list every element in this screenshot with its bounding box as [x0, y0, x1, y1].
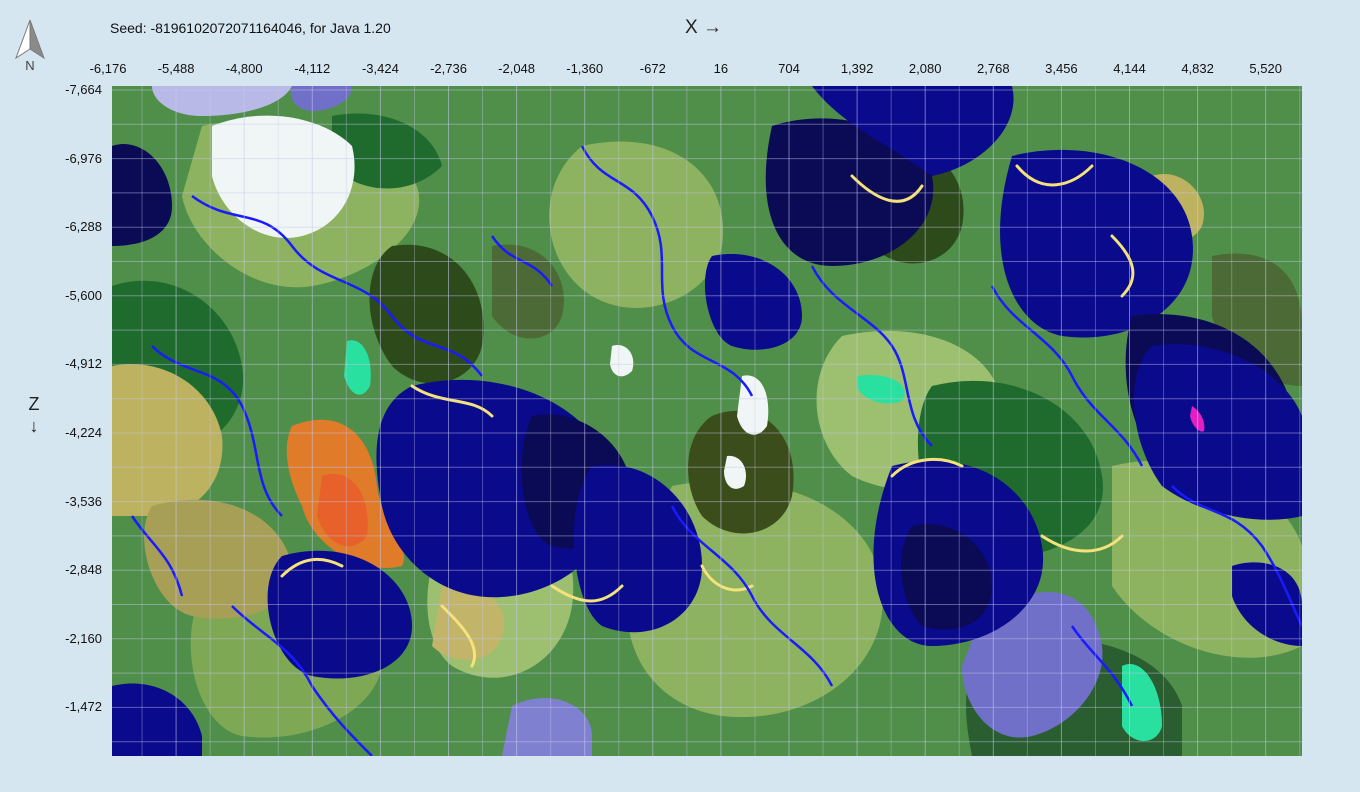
z-tick-label: -2,160 [65, 630, 102, 646]
z-axis-arrow: ↓ [29, 416, 39, 436]
z-tick-label: -6,976 [65, 150, 102, 166]
x-tick-label: -5,488 [157, 61, 195, 76]
x-tick-label: 1,392 [840, 61, 874, 76]
x-tick-label: -3,424 [361, 61, 399, 76]
x-tick-label: 4,144 [1113, 61, 1146, 76]
z-tick-label: -5,600 [65, 287, 102, 303]
x-tick-label: 4,832 [1181, 61, 1214, 76]
x-tick-label: 3,456 [1045, 61, 1078, 76]
x-tick-label: -672 [639, 61, 666, 76]
z-tick-label: -7,664 [65, 82, 102, 97]
z-axis-letter: Z [28, 394, 40, 414]
x-tick-label: 16 [713, 61, 729, 76]
z-axis-label: Z ↓ [27, 393, 41, 437]
x-tick-label: 2,768 [977, 61, 1010, 76]
biome-map-canvas[interactable] [112, 86, 1302, 756]
x-tick-label: 5,520 [1249, 61, 1282, 76]
z-tick-label: -1,472 [65, 699, 102, 715]
seed-label: Seed: -8196102072071164046, for Java 1.2… [110, 20, 391, 36]
x-tick-label: 704 [778, 61, 800, 76]
biome-map[interactable] [112, 86, 1302, 756]
north-arrow-icon: N [10, 18, 50, 79]
x-tick-label: -1,360 [566, 61, 604, 76]
z-tick-label: -6,288 [65, 219, 102, 235]
z-tick-label: -4,912 [65, 356, 102, 372]
x-tick-label: -4,112 [294, 61, 331, 76]
z-tick-label: -3,536 [65, 493, 102, 509]
x-tick-label: -4,800 [225, 61, 263, 76]
z-tick-label: -2,848 [65, 562, 102, 578]
z-tick-label: -4,224 [65, 425, 102, 440]
x-axis-label: X → [685, 17, 722, 38]
x-tick-label: -6,176 [89, 61, 127, 76]
x-tick-label: -2,048 [498, 61, 536, 76]
compass-letter: N [25, 58, 34, 73]
x-tick-label: 2,080 [908, 61, 942, 76]
x-tick-label: -2,736 [430, 61, 467, 76]
